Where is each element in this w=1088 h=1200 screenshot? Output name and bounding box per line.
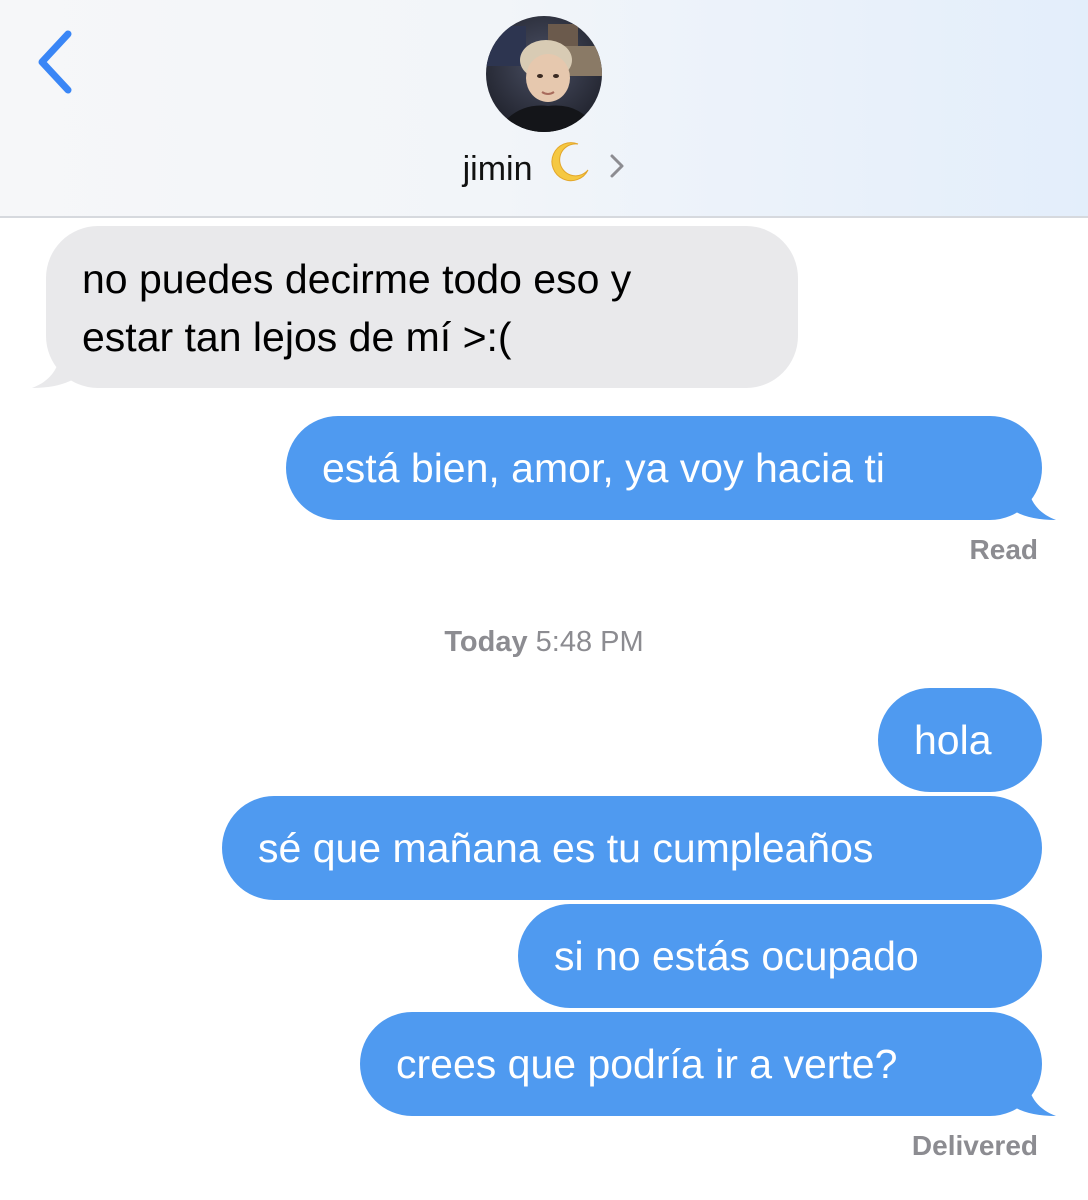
outgoing-message-bubble[interactable]: crees que podría ir a verte?: [360, 1012, 1042, 1116]
contact-avatar[interactable]: [486, 16, 602, 132]
outgoing-bubble-tail: [1010, 1078, 1056, 1116]
avatar-photo: [486, 16, 602, 132]
message-line: no puedes decirme todo eso y: [82, 256, 632, 302]
message-text: crees que podría ir a verte?: [396, 1041, 898, 1087]
outgoing-bubble-tail: [1010, 482, 1056, 520]
back-button[interactable]: [28, 26, 88, 102]
timestamp-time: 5:48 PM: [535, 626, 644, 658]
chevron-right-icon: [609, 144, 625, 194]
timestamp-divider: Today 5:48 PM: [0, 626, 1088, 659]
message-text: hola: [914, 717, 992, 763]
message-text: si no estás ocupado: [554, 933, 919, 979]
crescent-moon-icon: [548, 140, 592, 198]
contact-name-row[interactable]: jimin: [0, 140, 1088, 198]
message-text: sé que mañana es tu cumpleaños: [258, 825, 874, 871]
outgoing-message-bubble[interactable]: sé que mañana es tu cumpleaños: [222, 796, 1042, 900]
outgoing-message-bubble[interactable]: está bien, amor, ya voy hacia ti: [286, 416, 1042, 520]
message-line: estar tan lejos de mí >:(: [82, 314, 512, 360]
conversation-header: jimin: [0, 0, 1088, 218]
delivered-receipt: Delivered: [911, 1130, 1038, 1161]
message-text: está bien, amor, ya voy hacia ti: [322, 445, 885, 491]
outgoing-message-bubble[interactable]: si no estás ocupado: [518, 904, 1042, 1008]
timestamp-day: Today: [444, 626, 528, 658]
read-receipt: Read: [969, 534, 1038, 565]
outgoing-message-bubble[interactable]: hola: [878, 688, 1042, 792]
contact-name: jimin: [462, 150, 533, 188]
incoming-bubble-tail: [32, 350, 78, 388]
chevron-left-icon: [38, 30, 72, 94]
incoming-message-bubble[interactable]: no puedes decirme todo eso y estar tan l…: [46, 226, 798, 388]
